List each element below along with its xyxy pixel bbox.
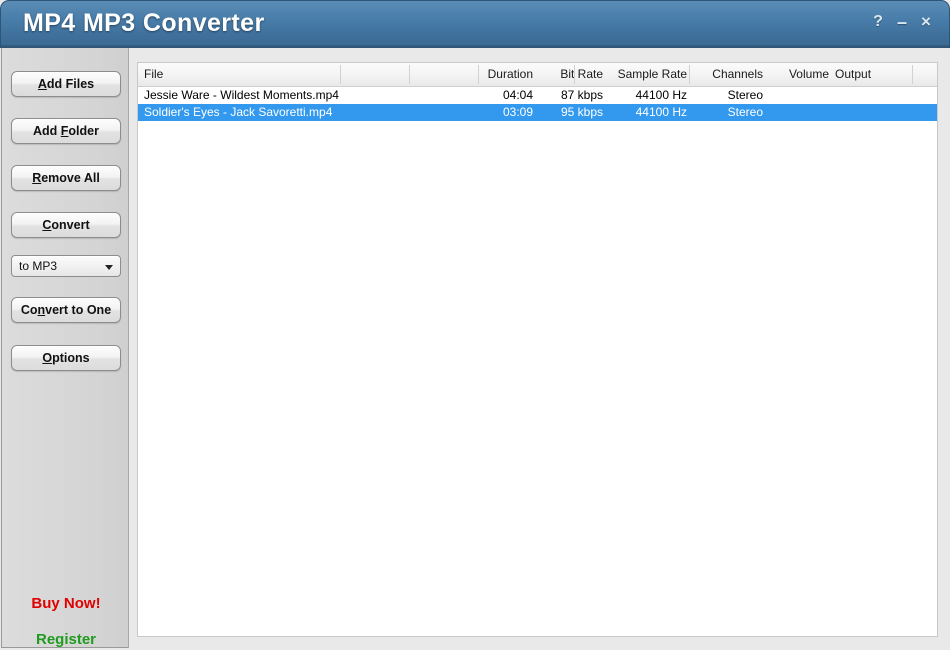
column-divider[interactable] bbox=[912, 65, 913, 84]
column-divider[interactable] bbox=[340, 65, 341, 84]
cell-bitrate: 95 kbps bbox=[560, 105, 603, 119]
column-header-bitrate[interactable]: Bit Rate bbox=[537, 63, 603, 86]
window-title: MP4 MP3 Converter bbox=[23, 9, 265, 37]
convert-to-one-button[interactable]: Convert to One bbox=[11, 297, 121, 323]
register-link[interactable]: Register bbox=[2, 631, 130, 648]
column-divider[interactable] bbox=[574, 65, 575, 84]
column-divider[interactable] bbox=[478, 65, 479, 84]
title-bar: MP4 MP3 Converter ? – × bbox=[0, 0, 950, 48]
cell-channels: Stereo bbox=[727, 105, 763, 119]
options-button[interactable]: Options bbox=[11, 345, 121, 371]
cell-volume bbox=[767, 87, 829, 104]
cell-bitrate: 87 kbps bbox=[560, 88, 603, 102]
remove-all-button[interactable]: Remove All bbox=[11, 165, 121, 191]
file-list-header: File Duration Bit Rate Sample Rate Chann… bbox=[138, 63, 937, 87]
output-format-value: to MP3 bbox=[19, 259, 58, 273]
output-format-select[interactable]: to MP3 bbox=[11, 255, 121, 277]
cell-sample-rate: 44100 Hz bbox=[635, 88, 687, 102]
minimize-button[interactable]: – bbox=[893, 13, 911, 31]
cell-file: Soldier's Eyes - Jack Savoretti.mp4 bbox=[144, 105, 333, 119]
close-button[interactable]: × bbox=[917, 13, 935, 31]
column-divider[interactable] bbox=[689, 65, 690, 84]
cell-output bbox=[835, 87, 937, 104]
file-list-body: Jessie Ware - Wildest Moments.mp4 04:04 … bbox=[138, 87, 937, 636]
file-list-panel: File Duration Bit Rate Sample Rate Chann… bbox=[137, 62, 938, 637]
cell-volume bbox=[767, 104, 829, 121]
sidebar-divider bbox=[128, 48, 129, 648]
add-files-button[interactable]: Add Files bbox=[11, 71, 121, 97]
app-window: MP4 MP3 Converter ? – × Add Files Add Fo… bbox=[0, 0, 950, 650]
column-header-channels[interactable]: Channels bbox=[691, 63, 763, 86]
column-divider[interactable] bbox=[409, 65, 410, 84]
column-header-output[interactable]: Output bbox=[835, 63, 937, 86]
convert-button[interactable]: Convert bbox=[11, 212, 121, 238]
chevron-down-icon bbox=[105, 265, 113, 270]
add-folder-button[interactable]: Add Folder bbox=[11, 118, 121, 144]
table-row[interactable]: Soldier's Eyes - Jack Savoretti.mp4 03:0… bbox=[138, 104, 937, 121]
sidebar: Add Files Add Folder Remove All Convert … bbox=[1, 48, 129, 648]
table-row[interactable]: Jessie Ware - Wildest Moments.mp4 04:04 … bbox=[138, 87, 937, 104]
buy-now-link[interactable]: Buy Now! bbox=[2, 595, 130, 612]
cell-duration: 03:09 bbox=[502, 105, 533, 119]
column-header-volume[interactable]: Volume bbox=[767, 63, 829, 86]
column-header-file[interactable]: File bbox=[144, 63, 469, 86]
cell-output bbox=[835, 104, 937, 121]
column-header-sample-rate[interactable]: Sample Rate bbox=[607, 63, 687, 86]
cell-channels: Stereo bbox=[727, 88, 763, 102]
cell-file: Jessie Ware - Wildest Moments.mp4 bbox=[144, 88, 339, 102]
cell-duration: 04:04 bbox=[502, 88, 533, 102]
cell-sample-rate: 44100 Hz bbox=[635, 105, 687, 119]
help-button[interactable]: ? bbox=[869, 13, 887, 31]
